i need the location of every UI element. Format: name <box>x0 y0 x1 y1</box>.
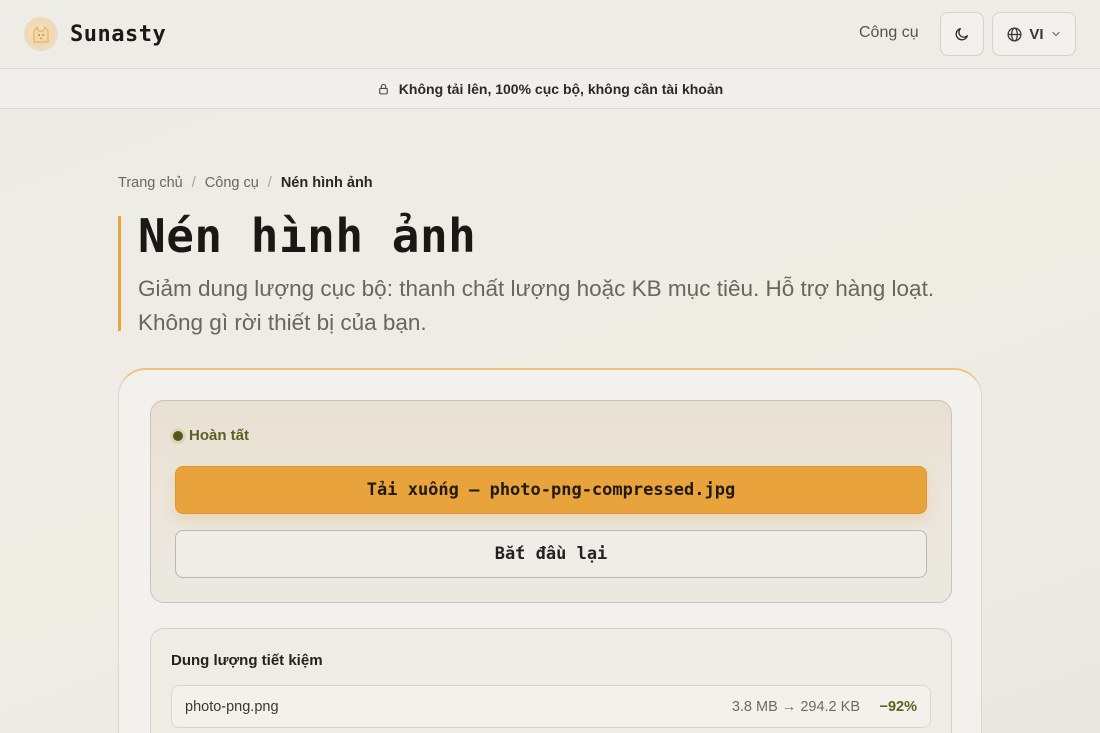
savings-title: Dung lượng tiết kiệm <box>171 652 323 669</box>
language-select[interactable]: VI <box>992 12 1076 56</box>
result-panel: Hoàn tất Tải xuống — photo-png-compresse… <box>150 400 952 603</box>
breadcrumb-current: Nén hình ảnh <box>280 175 373 191</box>
breadcrumb-home[interactable]: Trang chủ <box>118 175 183 191</box>
file-name: photo-png.png <box>185 699 279 715</box>
nav-tools-link[interactable]: Công cụ <box>859 24 919 42</box>
page-subtitle: Giảm dung lượng cục bộ: thanh chất lượng… <box>138 276 935 335</box>
page-title: Nén hình ảnh <box>138 209 477 263</box>
breadcrumb-separator: / <box>267 175 272 191</box>
theme-toggle-button[interactable] <box>940 12 984 56</box>
brand-name: Sunasty <box>70 21 167 47</box>
breadcrumb-tools[interactable]: Công cụ <box>205 175 259 191</box>
status-label: Hoàn tất <box>189 427 249 444</box>
banner-text: Không tải lên, 100% cục bộ, không cần tà… <box>398 80 724 97</box>
status-dot-icon <box>173 430 183 441</box>
download-button[interactable]: Tải xuống — photo-png-compressed.jpg <box>175 466 927 514</box>
lock-icon <box>378 83 388 94</box>
globe-icon <box>1007 26 1022 42</box>
moon-icon <box>955 28 968 41</box>
savings-panel: Dung lượng tiết kiệm photo-png.png 3.8 M… <box>150 628 952 733</box>
chevron-down-icon <box>1052 31 1060 37</box>
breadcrumb: Trang chủ / Công cụ / Nén hình ảnh <box>118 175 373 191</box>
breadcrumb-separator: / <box>191 175 196 191</box>
page-header: Nén hình ảnh Giảm dung lượng cục bộ: tha… <box>118 209 978 335</box>
brand-link[interactable]: Sunasty <box>24 17 166 51</box>
tool-card: Hoàn tất Tải xuống — photo-png-compresse… <box>118 368 982 733</box>
privacy-banner: Không tải lên, 100% cục bộ, không cần tà… <box>0 69 1100 109</box>
restart-button[interactable]: Bắt đầu lại <box>175 530 927 578</box>
top-navbar: Sunasty Công cụ VI <box>0 0 1100 69</box>
status-badge: Hoàn tất <box>173 427 249 444</box>
file-sizes: 3.8 MB → 294.2 KB <box>731 699 860 715</box>
file-row: photo-png.png 3.8 MB → 294.2 KB −92% <box>171 685 931 728</box>
language-label: VI <box>1029 25 1044 43</box>
cat-icon <box>24 17 58 51</box>
file-savings-percent: −92% <box>879 699 918 715</box>
